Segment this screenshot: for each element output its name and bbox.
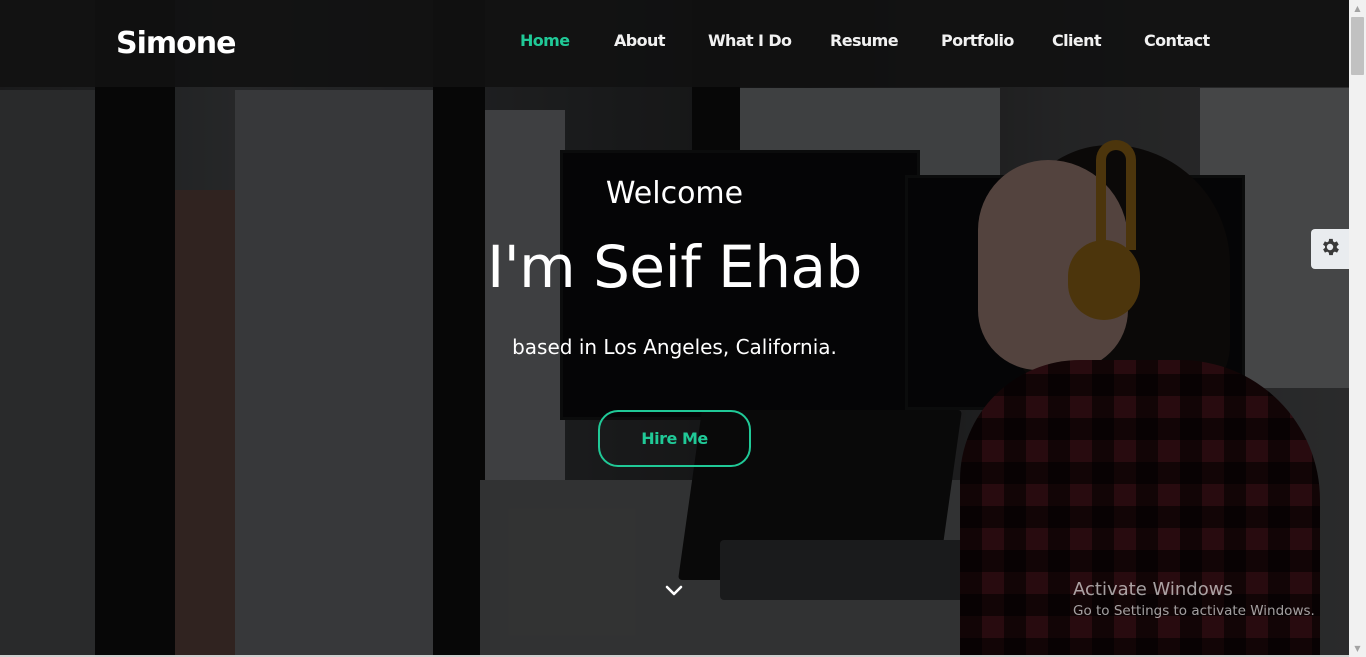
settings-toggle-button[interactable]: [1311, 229, 1349, 269]
vertical-scrollbar[interactable]: ▲ ▼: [1349, 0, 1366, 657]
hire-me-button[interactable]: Hire Me: [598, 410, 751, 467]
nav-item-about[interactable]: About: [614, 31, 665, 50]
nav-item-portfolio[interactable]: Portfolio: [941, 31, 1014, 50]
scrollbar-thumb[interactable]: [1351, 17, 1364, 75]
nav-item-resume[interactable]: Resume: [830, 31, 899, 50]
scroll-down-arrow-icon[interactable]: ▼: [1349, 640, 1366, 657]
nav-item-client[interactable]: Client: [1052, 31, 1102, 50]
nav-item-contact[interactable]: Contact: [1144, 31, 1210, 50]
dark-overlay: [0, 0, 1349, 657]
hero-headline: I'm Seif Ehab: [487, 233, 862, 301]
hero-background: [0, 0, 1349, 657]
watermark-title: Activate Windows: [1073, 579, 1233, 600]
watermark-subtitle: Go to Settings to activate Windows.: [1073, 603, 1315, 619]
hero-location: based in Los Angeles, California.: [512, 335, 837, 359]
chevron-down-icon[interactable]: [663, 580, 685, 602]
hero-welcome: Welcome: [605, 176, 744, 211]
nav-item-home[interactable]: Home: [520, 31, 570, 50]
nav-item-what-i-do[interactable]: What I Do: [708, 31, 792, 50]
gear-icon: [1319, 236, 1341, 262]
scroll-up-arrow-icon[interactable]: ▲: [1349, 0, 1366, 17]
brand-logo[interactable]: Simone: [116, 26, 236, 61]
activate-windows-watermark: Activate Windows Go to Settings to activ…: [1073, 579, 1315, 619]
site-header: Simone Home About What I Do Resume Portf…: [0, 0, 1349, 87]
